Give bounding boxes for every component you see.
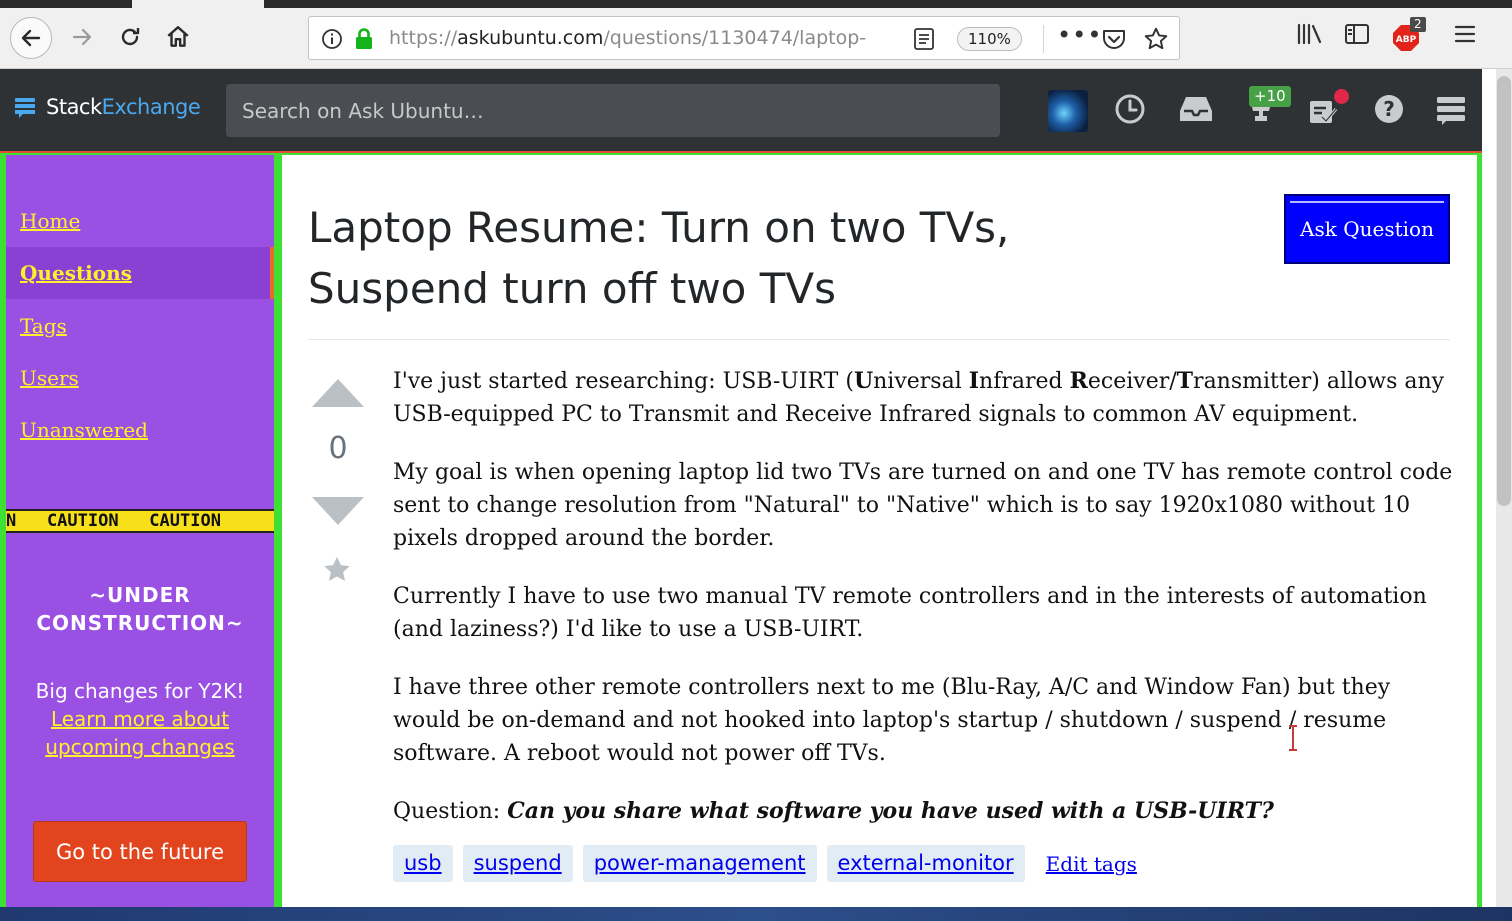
library-icon[interactable] [1296, 22, 1324, 46]
svg-text:ABP: ABP [1396, 35, 1417, 45]
logo-stack-text: Stack [46, 95, 102, 119]
vote-count: 0 [328, 431, 348, 466]
avatar[interactable] [1048, 90, 1088, 132]
tag-usb[interactable]: usb [393, 845, 453, 882]
reload-icon [121, 28, 140, 46]
info-icon[interactable] [321, 28, 343, 50]
sidebar-item-unanswered[interactable]: Unanswered [20, 418, 148, 442]
help-icon[interactable]: ? [1373, 93, 1405, 125]
post-paragraph-4: I have three other remote controllers ne… [393, 675, 1391, 766]
review-notification-dot [1334, 89, 1349, 104]
sidebar-item-users[interactable]: Users [20, 366, 79, 390]
reader-view-icon[interactable] [913, 27, 935, 51]
reload-button[interactable] [110, 17, 150, 57]
go-to-future-button[interactable]: Go to the future [33, 821, 247, 882]
url-bar[interactable]: https://askubuntu.com/questions/1130474/… [308, 16, 1180, 60]
stackexchange-logo-icon [15, 98, 35, 118]
history-icon[interactable] [1114, 93, 1146, 125]
back-button[interactable] [10, 17, 52, 59]
title-divider [308, 339, 1450, 340]
tag-power-management[interactable]: power-management [582, 845, 817, 882]
desktop-edge [0, 907, 1512, 921]
browser-toolbar: https://askubuntu.com/questions/1130474/… [0, 0, 1512, 69]
active-tab[interactable] [132, 0, 264, 8]
more-icon[interactable]: ••• [1057, 21, 1102, 49]
forward-button[interactable] [62, 17, 102, 57]
sidebar-item-home[interactable]: Home [20, 209, 80, 233]
ask-question-button[interactable]: Ask Question [1284, 194, 1450, 264]
edit-tags-link[interactable]: Edit tags [1046, 852, 1137, 876]
page-viewport: StackExchange +10 ? Home Questions Tags … [0, 69, 1496, 907]
under-construction-title: ~UNDER CONSTRUCTION~ [36, 583, 244, 635]
site-topbar: StackExchange +10 ? [0, 69, 1482, 153]
tag-suspend[interactable]: suspend [462, 845, 573, 882]
post-paragraph-5: Question: Can you share what software yo… [393, 798, 1274, 824]
lock-icon[interactable] [353, 27, 375, 51]
svg-text:?: ? [1383, 97, 1395, 121]
post-paragraph-1: I've just started researching: USB-UIRT … [393, 368, 1445, 427]
scrollbar-thumb[interactable] [1497, 76, 1511, 506]
site-search-input[interactable] [226, 84, 1000, 137]
favorite-star-icon[interactable] [322, 555, 352, 585]
bookmark-star-icon[interactable] [1143, 26, 1169, 52]
question-title[interactable]: Laptop Resume: Turn on two TVs, Suspend … [308, 197, 1128, 319]
url-host: askubuntu.com [457, 27, 604, 49]
zoom-level[interactable]: 110% [957, 27, 1022, 51]
left-sidebar: Home Questions Tags Users Unanswered N C… [0, 153, 280, 907]
under-construction-text: Big changes for Y2K! Learn more about up… [6, 677, 274, 761]
inbox-icon[interactable] [1178, 93, 1214, 125]
forward-icon [72, 28, 92, 46]
reputation-badge[interactable]: +10 [1249, 86, 1291, 107]
url-separator [1043, 25, 1044, 53]
stackexchange-logo[interactable]: StackExchange [14, 95, 201, 119]
sidebar-item-questions[interactable]: Questions [20, 261, 132, 285]
menu-icon[interactable] [1452, 22, 1478, 46]
adblock-count-badge: 2 [1410, 17, 1426, 32]
post-paragraph-3: Currently I have to use two manual TV re… [393, 584, 1427, 642]
tag-external-monitor[interactable]: external-monitor [826, 845, 1025, 882]
back-icon [21, 29, 41, 47]
url-path: /questions/1130474/laptop-re [603, 27, 867, 49]
home-icon [167, 26, 189, 47]
home-button[interactable] [158, 17, 198, 57]
learn-more-link[interactable]: Learn more about upcoming changes [6, 705, 274, 761]
question-body: I've just started researching: USB-UIRT … [393, 365, 1453, 853]
question-main: Laptop Resume: Turn on two TVs, Suspend … [280, 153, 1482, 907]
sidebar-item-tags[interactable]: Tags [20, 314, 67, 338]
tag-list: usb suspend power-management external-mo… [393, 845, 1137, 882]
logo-exchange-text: Exchange [101, 95, 201, 119]
sidebar-icon[interactable] [1344, 22, 1370, 46]
post-paragraph-2: My goal is when opening laptop lid two T… [393, 460, 1453, 551]
upvote-arrow-icon[interactable] [310, 377, 366, 409]
text-cursor-icon [1289, 725, 1297, 751]
site-switcher-icon[interactable] [1436, 95, 1466, 125]
downvote-arrow-icon[interactable] [310, 495, 366, 527]
caution-tape-banner: N CAUTION CAUTION [6, 509, 274, 533]
y2k-notice: Big changes for Y2K! [35, 679, 245, 703]
url-text[interactable]: https://askubuntu.com/questions/1130474/… [389, 27, 867, 49]
pocket-icon[interactable] [1101, 27, 1127, 51]
url-scheme: https:// [389, 27, 458, 49]
